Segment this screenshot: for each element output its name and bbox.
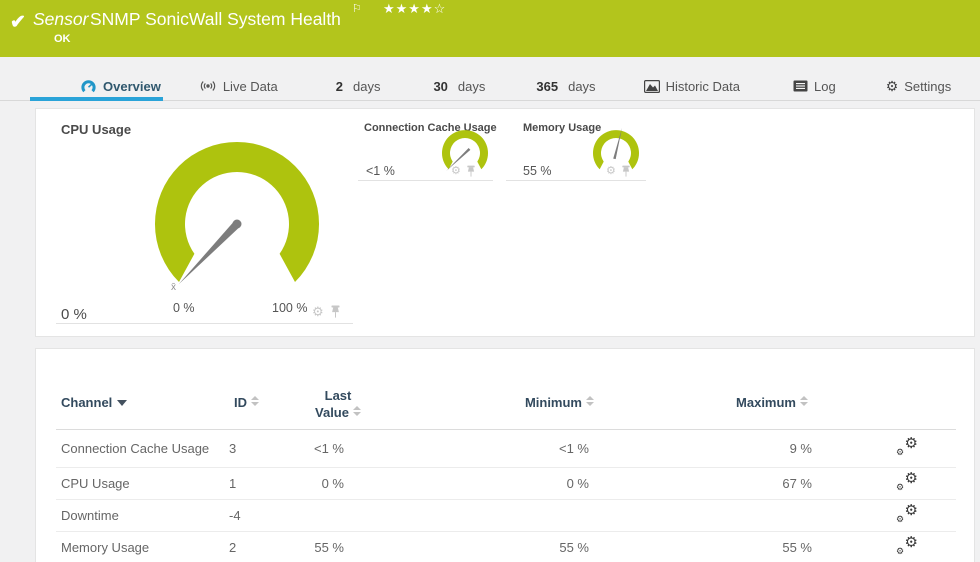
tab-365-days[interactable]: 365 days: [536, 79, 595, 94]
channel-id: 2: [229, 540, 289, 555]
channel-settings-icon[interactable]: ⚙⚙: [896, 537, 918, 555]
sort-both-icon: [800, 396, 808, 406]
column-header-channel[interactable]: Channel: [61, 395, 127, 410]
column-header-minimum-label: Minimum: [525, 395, 582, 410]
channel-last-value: 0 %: [289, 476, 344, 491]
tab-historic-data-label: Historic Data: [666, 79, 740, 94]
sort-both-icon: [251, 396, 259, 406]
channel-settings-icon[interactable]: ⚙⚙: [896, 473, 918, 491]
connection-cache-pin-icon[interactable]: [466, 165, 476, 178]
table-row[interactable]: Downtime -4 ⚙⚙: [56, 500, 956, 532]
tab-2-days-number: 2: [336, 79, 343, 94]
table-rows: Connection Cache Usage 3 <1 % <1 % 9 % ⚙…: [56, 430, 956, 562]
cpu-scale-max: 100 %: [272, 301, 307, 315]
sort-desc-icon: [117, 400, 127, 406]
column-header-minimum[interactable]: Minimum: [466, 395, 594, 410]
column-header-maximum-label: Maximum: [736, 395, 796, 410]
column-header-last-value[interactable]: Last Value: [306, 387, 370, 421]
priority-stars[interactable]: ★★★★☆: [383, 1, 446, 17]
star-empty[interactable]: ☆: [434, 1, 447, 16]
column-header-id[interactable]: ID: [234, 395, 259, 410]
connection-cache-block-divider: [358, 180, 493, 181]
active-tab-underline: [30, 97, 163, 101]
status-ok-icon: ✔: [10, 11, 26, 34]
tab-365-days-label: days: [568, 79, 595, 94]
column-header-maximum[interactable]: Maximum: [686, 395, 808, 410]
tab-overview[interactable]: Overview: [80, 78, 161, 94]
tab-2-days-label: days: [353, 79, 380, 94]
column-header-last-label: Last: [325, 388, 352, 403]
channel-last-value: 55 %: [289, 540, 344, 555]
cpu-gauge: [137, 114, 337, 314]
channel-id: 1: [229, 476, 289, 491]
table-row[interactable]: CPU Usage 1 0 % 0 % 67 % ⚙⚙: [56, 468, 956, 500]
sensor-kind-label: Sensor: [33, 9, 88, 30]
channel-settings-icon[interactable]: ⚙⚙: [896, 505, 918, 523]
connection-cache-gear-icon[interactable]: ⚙: [451, 166, 461, 177]
cpu-scale-min: 0 %: [173, 301, 195, 315]
tab-historic-data[interactable]: Historic Data: [644, 79, 740, 94]
cpu-current-value: 0 %: [61, 306, 87, 323]
memory-gauge: [586, 123, 646, 183]
channel-minimum: 55 %: [344, 540, 589, 555]
cpu-average-marker: x̄: [171, 282, 176, 293]
channel-name[interactable]: Connection Cache Usage: [56, 441, 229, 456]
tab-log[interactable]: Log: [793, 79, 836, 94]
channel-id: 3: [229, 441, 289, 456]
channel-maximum: 55 %: [589, 540, 812, 555]
page-title: SNMP SonicWall System Health: [90, 9, 341, 30]
tab-settings[interactable]: ⚙ Settings: [886, 79, 952, 94]
memory-pin-icon[interactable]: [621, 165, 631, 178]
table-row[interactable]: Connection Cache Usage 3 <1 % <1 % 9 % ⚙…: [56, 430, 956, 468]
tab-30-days[interactable]: 30 days: [433, 79, 485, 94]
historic-data-chart-icon: [644, 80, 660, 93]
live-data-broadcast-icon: [199, 79, 217, 93]
overview-gauge-icon: [80, 78, 97, 94]
stars-filled[interactable]: ★★★★: [383, 1, 434, 16]
channel-settings-icon[interactable]: ⚙⚙: [896, 438, 918, 456]
settings-gear-icon: ⚙: [886, 79, 899, 93]
channel-maximum: 67 %: [589, 476, 812, 491]
prtg-sensor-page: ✔ Sensor SNMP SonicWall System Health ⚐ …: [0, 0, 980, 562]
channel-minimum: <1 %: [344, 441, 589, 456]
memory-block-divider: [506, 180, 646, 181]
tab-overview-label: Overview: [103, 79, 161, 94]
channel-name[interactable]: Downtime: [56, 508, 229, 523]
cpu-gear-icon[interactable]: ⚙: [312, 305, 324, 318]
sort-both-icon: [353, 406, 361, 416]
tab-2-days[interactable]: 2 days: [336, 79, 381, 94]
tab-settings-label: Settings: [904, 79, 951, 94]
tab-30-days-number: 30: [433, 79, 447, 94]
column-header-channel-label: Channel: [61, 395, 112, 410]
cpu-pin-icon[interactable]: [330, 305, 341, 319]
channels-table-panel: Channel ID Last Value Minimum Maximum Co…: [35, 348, 975, 562]
memory-current-value: 55 %: [523, 164, 552, 178]
log-list-icon: [793, 80, 808, 92]
sort-both-icon: [586, 396, 594, 406]
cpu-block-divider: [56, 323, 353, 324]
connection-cache-current-value: <1 %: [366, 164, 395, 178]
channel-maximum: 9 %: [589, 441, 812, 456]
cpu-gauge-title: CPU Usage: [61, 122, 131, 137]
tab-log-label: Log: [814, 79, 836, 94]
channel-name[interactable]: CPU Usage: [56, 476, 229, 491]
tab-live-data-label: Live Data: [223, 79, 278, 94]
channel-id: -4: [229, 508, 289, 523]
channel-name[interactable]: Memory Usage: [56, 540, 229, 555]
gauges-panel: CPU Usage x̄ 0 % 100 % 0 % ⚙ Connection …: [35, 108, 975, 337]
status-badge: OK: [54, 33, 71, 45]
table-row[interactable]: Memory Usage 2 55 % 55 % 55 % ⚙⚙: [56, 532, 956, 562]
tab-live-data[interactable]: Live Data: [199, 79, 278, 94]
channel-minimum: 0 %: [344, 476, 589, 491]
tab-365-days-number: 365: [536, 79, 558, 94]
channel-last-value: <1 %: [289, 441, 344, 456]
connection-cache-gauge: [435, 123, 495, 183]
sensor-header: ✔ Sensor SNMP SonicWall System Health ⚐ …: [0, 0, 980, 57]
column-header-id-label: ID: [234, 395, 247, 410]
flag-icon[interactable]: ⚐: [352, 2, 362, 15]
tab-30-days-label: days: [458, 79, 485, 94]
memory-gear-icon[interactable]: ⚙: [606, 166, 616, 177]
column-header-value-label: Value: [315, 405, 349, 420]
